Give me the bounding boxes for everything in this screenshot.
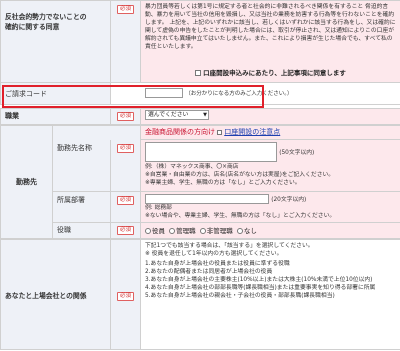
required-badge: 必須 bbox=[116, 292, 134, 301]
listed-company-label: あなたと上場会社との関係 bbox=[0, 239, 111, 350]
radio-icon[interactable] bbox=[145, 228, 151, 234]
required-badge: 必須 bbox=[116, 112, 134, 121]
link-icon bbox=[217, 129, 223, 135]
workplace-dept-required: 必須 bbox=[110, 191, 141, 223]
request-code-label: ご請求コード bbox=[0, 82, 111, 105]
workplace-name-limit: (50文字以内) bbox=[279, 150, 315, 156]
workplace-dept-cell: (20文字以内) 例: 総務部 ※ない場合や、専業主婦、学生、無職の方は「なし」… bbox=[140, 191, 400, 223]
request-code-cell: （お分かりになる方のみご入力ください。） bbox=[110, 82, 400, 105]
antisocial-label: 反社会的勢力でないことの 確約に関する同意 bbox=[0, 0, 111, 83]
workplace-name-input[interactable] bbox=[145, 142, 277, 162]
required-badge: 必須 bbox=[116, 143, 134, 153]
workplace-name-note1: ※自営業・自由業の方は、店名(店名がない方は実屋)をご記入ください。 bbox=[145, 172, 335, 178]
account-notice-link[interactable]: 口座開設の注意点 bbox=[224, 128, 280, 136]
listed-company-row: あなたと上場会社との関係 必須 下記1つでも該当する場合は、「該当する」を選択し… bbox=[0, 239, 400, 350]
workplace-position-required: 必須 bbox=[110, 222, 141, 239]
listed-company-intro: 下記1つでも該当する場合は、「該当する」を選択してください。 bbox=[145, 243, 314, 249]
account-application-form: 反社会的勢力でないことの 確約に関する同意 必須 暴力団員等若しくは第1号に規定… bbox=[0, 0, 400, 351]
workplace-position-row: 役職 必須 役員 管理職 非管理職 なし bbox=[1, 222, 400, 239]
occupation-cell: 選んでください ▼ bbox=[140, 108, 400, 125]
listed-item-3: 3.あなた自身が上場会社の主要株主(10%以上)または大株主(10%未満で上位1… bbox=[145, 277, 373, 283]
form-table: 反社会的勢力でないことの 確約に関する同意 必須 暴力団員等若しくは第1号に規定… bbox=[0, 0, 400, 125]
position-option[interactable]: 管理職 bbox=[169, 227, 196, 235]
workplace-table: 勤務先 金融商品関係の方向け 口座開設の注意点 勤務先名称 必須 (50文字以内… bbox=[0, 125, 400, 239]
chevron-down-icon: ▼ bbox=[203, 112, 207, 118]
required-badge: 必須 bbox=[116, 226, 134, 235]
workplace-name-example: 例:（株）マネックス商事、〇×商店 bbox=[145, 164, 239, 170]
workplace-name-row: 勤務先名称 必須 (50文字以内) 例:（株）マネックス商事、〇×商店 ※自営業… bbox=[1, 139, 400, 192]
agree-checkbox[interactable] bbox=[195, 70, 202, 76]
antisocial-content: 暴力団員等若しくは第1号に規定する者と社会的に非難されるべき関係を有すること 脅… bbox=[140, 0, 400, 83]
radio-icon[interactable] bbox=[199, 228, 206, 234]
listed-company-required: 必須 bbox=[110, 239, 141, 350]
workplace-name-note2: ※専業主婦、学生、無職の方は「なし」とご入力ください。 bbox=[145, 180, 301, 186]
antisocial-text: 暴力団員等若しくは第1号に規定する者と社会的に非難されるべき関係を有すること 脅… bbox=[145, 4, 396, 50]
request-code-input[interactable] bbox=[145, 88, 183, 98]
occupation-select[interactable]: 選んでください ▼ bbox=[145, 110, 209, 120]
listed-item-1: 1.あなた自身が上場会社の役員または役員に準ずる役職 bbox=[145, 261, 290, 267]
financial-link[interactable]: 金融商品関係の方向け bbox=[145, 128, 215, 136]
position-option[interactable]: なし bbox=[236, 227, 257, 235]
occupation-row: 職業 必須 選んでください ▼ bbox=[0, 108, 400, 125]
workplace-dept-limit: (20文字以内) bbox=[271, 197, 307, 203]
required-badge: 必須 bbox=[116, 5, 134, 14]
workplace-name-cell: (50文字以内) 例:（株）マネックス商事、〇×商店 ※自営業・自由業の方は、店… bbox=[140, 139, 400, 192]
workplace-section-label: 勤務先 bbox=[0, 125, 53, 239]
listed-item-5: 5.あなた自身が上場会社の親会社・子会社の役員・部部長職(課長職相当) bbox=[145, 293, 335, 299]
request-code-hint: （お分かりになる方のみご入力ください。） bbox=[185, 91, 293, 97]
required-badge: 必須 bbox=[116, 196, 134, 205]
listed-company-cell: 下記1つでも該当する場合は、「該当する」を選択してください。 ※ 役員を退任して… bbox=[140, 239, 400, 350]
listed-item-2: 2.あなたの配偶者または同居者が上場会社の役員 bbox=[145, 269, 273, 275]
radio-icon[interactable] bbox=[169, 228, 176, 234]
position-option[interactable]: 非管理職 bbox=[199, 227, 233, 235]
workplace-name-label: 勤務先名称 bbox=[52, 139, 111, 192]
workplace-dept-note: ※ない場合や、専業主婦、学生、無職の方は「なし」とご入力ください。 bbox=[145, 213, 336, 219]
workplace-top-row: 勤務先 金融商品関係の方向け 口座開設の注意点 bbox=[0, 125, 400, 239]
workplace-dept-input[interactable] bbox=[145, 194, 269, 204]
antisocial-agree[interactable]: 口座開設申込みにあたり、上記事項に同意します bbox=[145, 67, 396, 77]
antisocial-row: 反社会的勢力でないことの 確約に関する同意 必須 暴力団員等若しくは第1号に規定… bbox=[0, 0, 400, 83]
workplace-dept-label: 所属部署 bbox=[52, 191, 111, 223]
position-option[interactable]: 役員 bbox=[145, 227, 165, 235]
workplace-position-label: 役職 bbox=[52, 222, 111, 239]
listed-company-sub: ※ 役員を退任して1年以内の方も選択してください。 bbox=[145, 251, 283, 257]
workplace-links: 金融商品関係の方向け 口座開設の注意点 bbox=[140, 125, 400, 140]
occupation-label: 職業 bbox=[0, 108, 111, 125]
radio-icon[interactable] bbox=[236, 228, 243, 234]
agree-label: 口座開設申込みにあたり、上記事項に同意します bbox=[203, 69, 346, 77]
antisocial-required: 必須 bbox=[110, 0, 141, 83]
workplace-dept-row: 所属部署 必須 (20文字以内) 例: 総務部 ※ない場合や、専業主婦、学生、無… bbox=[1, 191, 400, 223]
workplace-dept-example: 例: 総務部 bbox=[145, 205, 172, 211]
listed-item-4: 4.あなた自身が上場会社の部部長職等(課長職相当)または重要事実を知り得る部署に… bbox=[145, 285, 376, 291]
request-code-row: ご請求コード （お分かりになる方のみご入力ください。） bbox=[0, 82, 400, 105]
listed-company-table: あなたと上場会社との関係 必須 下記1つでも該当する場合は、「該当する」を選択し… bbox=[0, 239, 400, 350]
workplace-position-cell: 役員 管理職 非管理職 なし bbox=[140, 222, 400, 239]
workplace-name-required: 必須 bbox=[110, 139, 141, 192]
occupation-required: 必須 bbox=[110, 108, 141, 125]
